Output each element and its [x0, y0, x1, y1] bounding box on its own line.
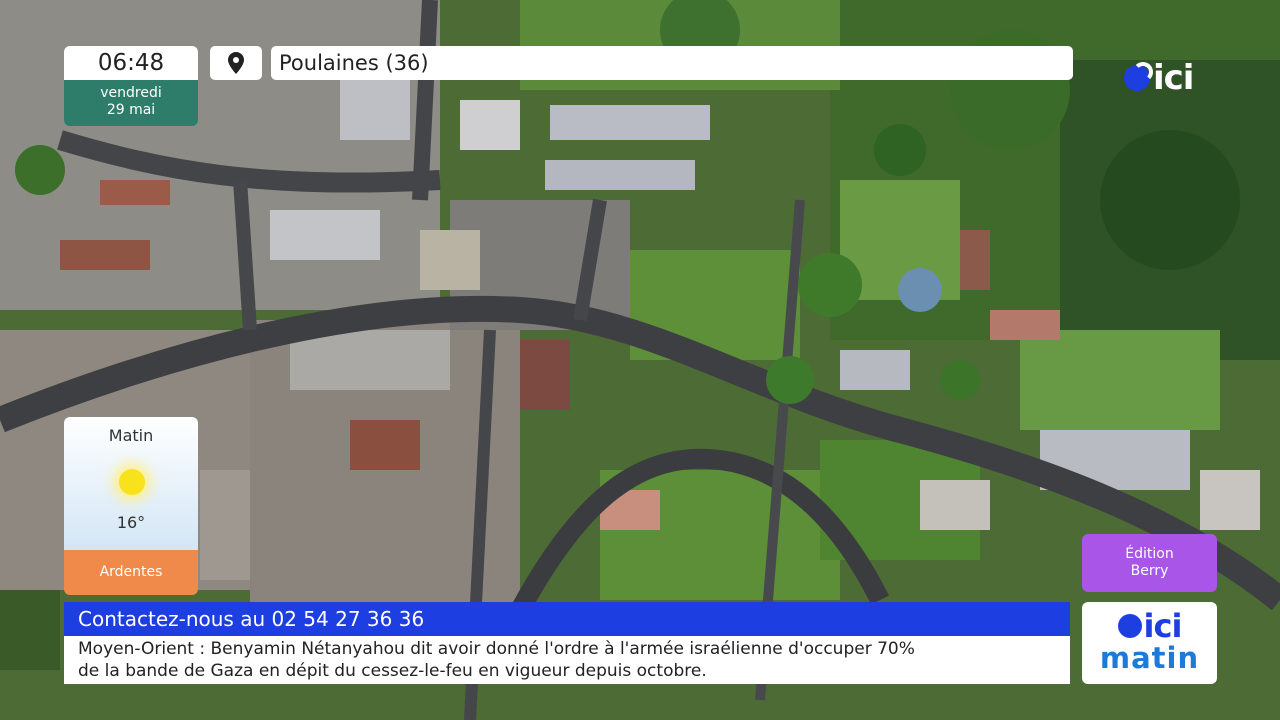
- edition-line1: Édition: [1125, 546, 1174, 562]
- weather-widget: Matin 16° Ardentes: [64, 417, 198, 595]
- clock-widget: 06:48 vendredi 29 mai: [64, 46, 198, 126]
- headline-line1: Moyen-Orient : Benyamin Nétanyahou dit a…: [78, 639, 915, 659]
- edition-badge: Édition Berry: [1082, 534, 1217, 592]
- weather-temperature: 16°: [116, 513, 146, 532]
- weather-city: Ardentes: [64, 550, 198, 595]
- logo-dot-icon: [1124, 62, 1153, 91]
- clock-time: 06:48: [64, 46, 198, 80]
- sun-icon: [119, 469, 145, 495]
- program-logo: ici matin: [1082, 602, 1217, 684]
- logo-text: ici: [1153, 58, 1194, 98]
- program-logo-show: matin: [1099, 641, 1200, 675]
- program-logo-brand-text: ici: [1143, 607, 1183, 645]
- location-name: Poulaines (36): [271, 46, 1073, 80]
- edition-line2: Berry: [1130, 563, 1169, 579]
- contact-banner: Contactez-nous au 02 54 27 36 36: [64, 602, 1070, 636]
- channel-logo: ici: [1124, 58, 1214, 98]
- weather-period: Matin: [108, 426, 154, 445]
- clock-date: vendredi 29 mai: [64, 80, 198, 126]
- program-logo-brand: ici: [1082, 602, 1217, 642]
- clock-day: vendredi: [100, 85, 162, 101]
- headline-line2: de la bande de Gaza en dépit du cessez-l…: [78, 661, 707, 681]
- news-ticker: Moyen-Orient : Benyamin Nétanyahou dit a…: [64, 636, 1070, 684]
- program-logo-dot-icon: [1117, 614, 1142, 638]
- weather-panel: Matin 16°: [64, 417, 198, 550]
- location-pin-icon: [228, 52, 244, 74]
- location-badge: [210, 46, 262, 80]
- clock-date-value: 29 mai: [106, 102, 156, 118]
